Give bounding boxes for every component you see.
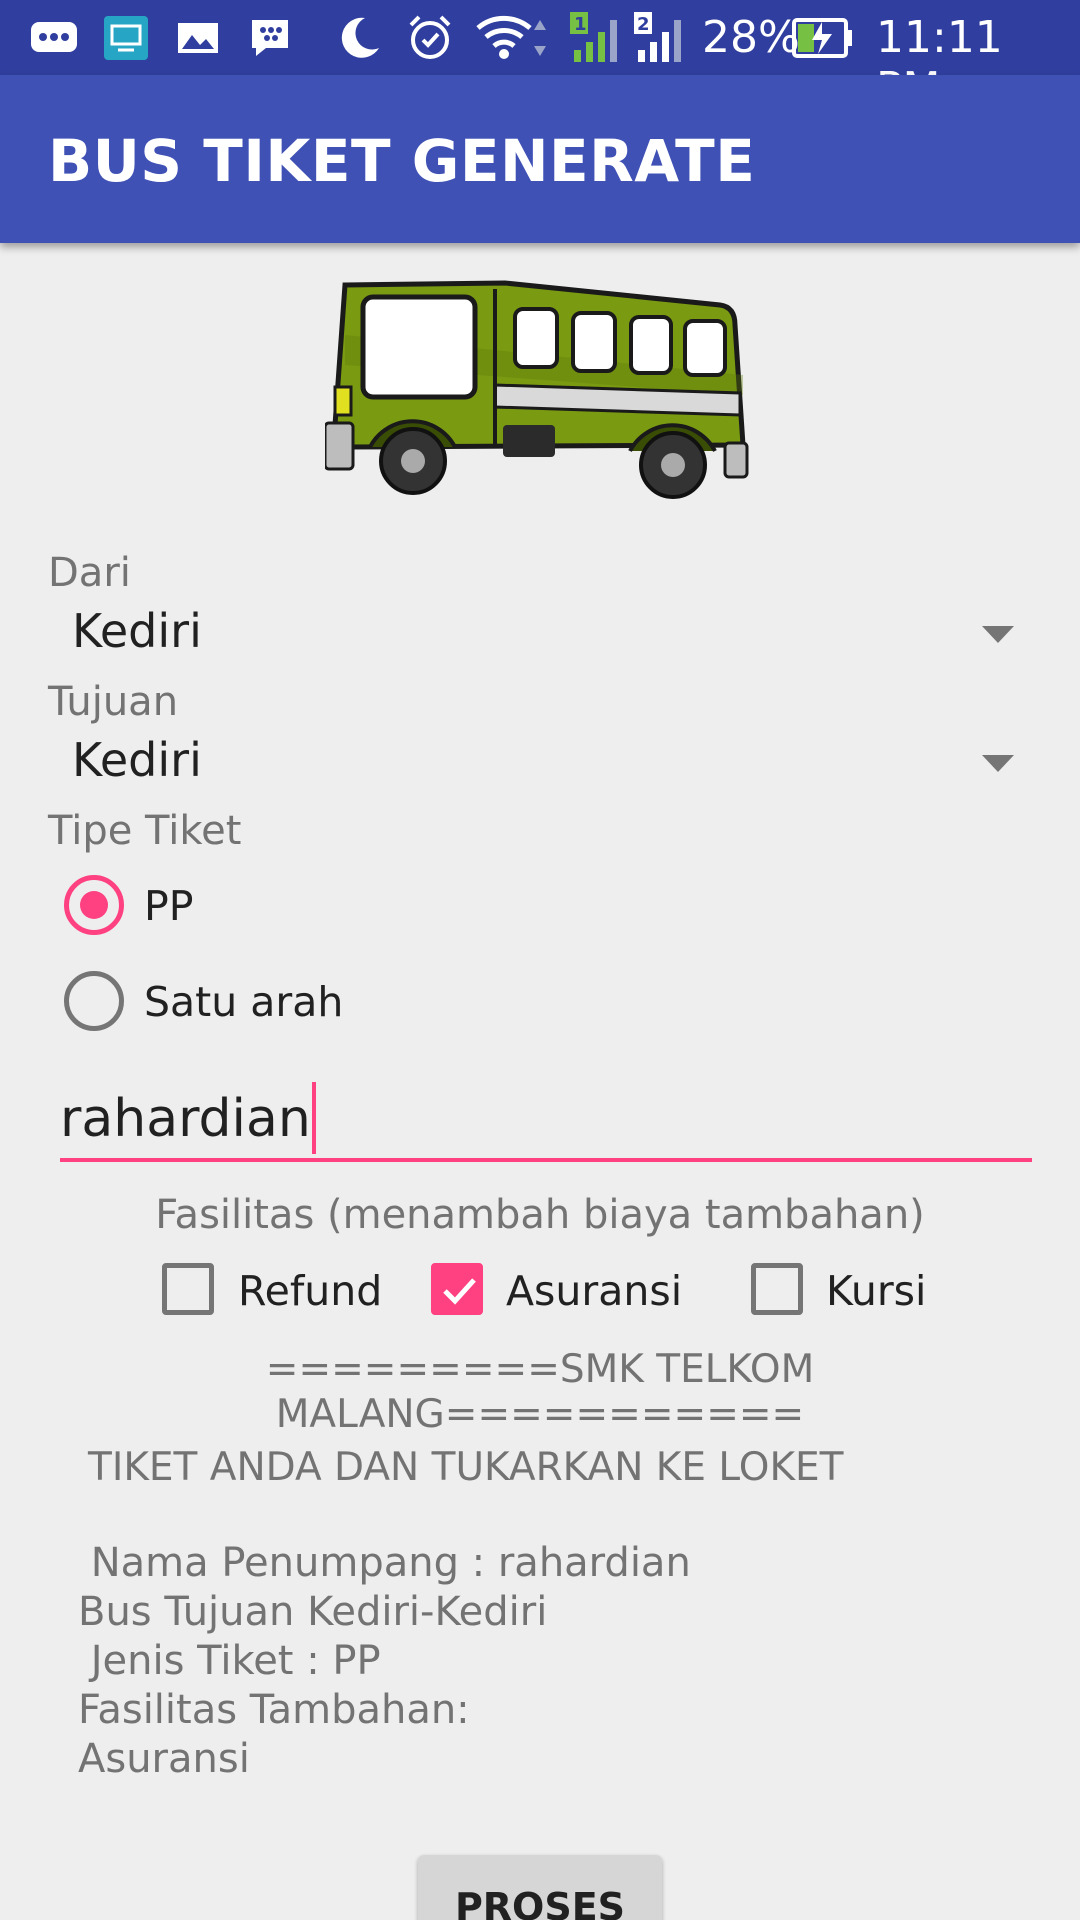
fasilitas-label: Fasilitas (menambah biaya tambahan): [155, 1192, 925, 1238]
checkbox-kursi[interactable]: [751, 1263, 803, 1315]
dropdown-arrow-icon: [982, 626, 1014, 643]
messaging-icon: [28, 14, 80, 62]
signal-sim2-icon: 2: [632, 12, 690, 62]
gallery-icon: [174, 14, 222, 62]
proses-button[interactable]: PROSES: [418, 1855, 662, 1920]
dari-spinner[interactable]: Kediri: [48, 590, 1032, 680]
check-icon: [443, 1278, 476, 1305]
alarm-icon: [404, 14, 456, 62]
checkbox-kursi-label[interactable]: Kursi: [826, 1267, 926, 1315]
tujuan-spinner[interactable]: Kediri: [48, 719, 1032, 809]
tujuan-spinner-value: Kediri: [72, 733, 202, 787]
wifi-icon: [474, 14, 554, 62]
passenger-name-value: rahardian: [60, 1082, 316, 1158]
svg-text:2: 2: [637, 14, 650, 35]
checkbox-asuransi-label[interactable]: Asuransi: [506, 1267, 682, 1315]
moon-icon: [334, 14, 384, 62]
passenger-name-input[interactable]: rahardian: [60, 1080, 1032, 1162]
radio-satu-arah-label[interactable]: Satu arah: [144, 978, 343, 1026]
tipe-tiket-label: Tipe Tiket: [48, 808, 242, 854]
bbm-icon: [246, 14, 294, 62]
radio-pp[interactable]: [64, 875, 124, 935]
app-title: BUS TIKET GENERATE: [48, 127, 756, 195]
status-bar: 1 2 28% 11:11 PM: [0, 0, 1080, 114]
battery-percent: 28%: [702, 12, 800, 63]
text-cursor: [311, 1082, 316, 1154]
radio-satu-arah[interactable]: [64, 971, 124, 1031]
school-header: =========SMK TELKOM MALANG===========: [265, 1347, 815, 1437]
dropdown-arrow-icon: [982, 755, 1014, 772]
dari-spinner-value: Kediri: [72, 604, 202, 658]
ticket-instruction: TIKET ANDA DAN TUKARKAN KE LOKET: [88, 1445, 844, 1490]
checkbox-refund-label[interactable]: Refund: [238, 1267, 382, 1315]
app-bar: BUS TIKET GENERATE: [0, 75, 1080, 243]
proses-button-label: PROSES: [454, 1885, 626, 1920]
svg-text:1: 1: [574, 14, 587, 35]
screen-mirror-icon: [100, 14, 152, 62]
checkbox-asuransi[interactable]: [431, 1263, 483, 1315]
checkbox-refund[interactable]: [162, 1263, 214, 1315]
battery-charging-icon: [792, 14, 854, 62]
radio-pp-label[interactable]: PP: [144, 882, 193, 930]
signal-sim1-icon: 1: [568, 12, 626, 62]
bus-image: [323, 275, 755, 505]
ticket-details: Nama Penumpang : rahardian Bus Tujuan Ke…: [78, 1540, 691, 1782]
